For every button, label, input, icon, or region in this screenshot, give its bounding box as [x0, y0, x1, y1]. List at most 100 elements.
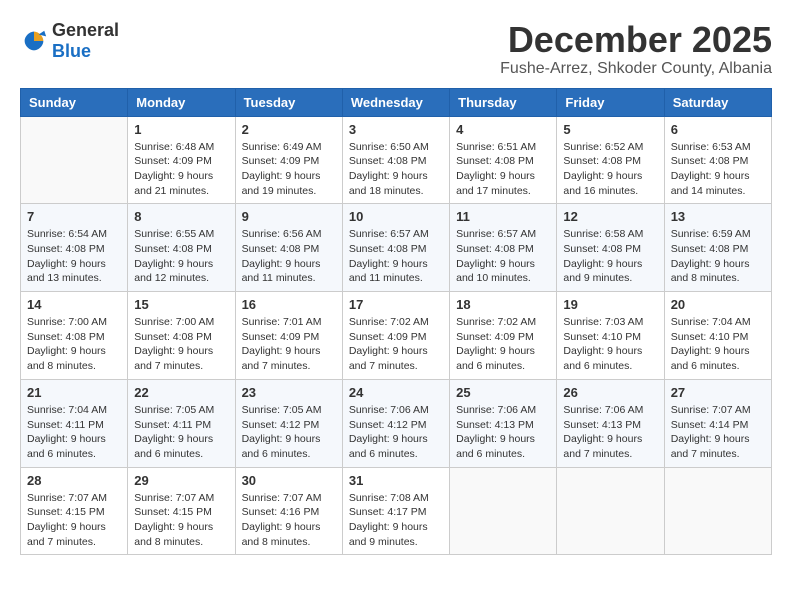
day-info: Sunrise: 6:55 AM Sunset: 4:08 PM Dayligh…: [134, 227, 228, 286]
day-number: 8: [134, 209, 228, 224]
table-row: [21, 116, 128, 204]
calendar-week-4: 21Sunrise: 7:04 AM Sunset: 4:11 PM Dayli…: [21, 379, 772, 467]
day-number: 16: [242, 297, 336, 312]
table-row: 5 Sunrise: 6:52 AM Sunset: 4:08 PM Daylig…: [557, 116, 664, 204]
logo-text: General Blue: [52, 20, 119, 62]
table-row: 11 Sunrise: 6:57 AM Sunset: 4:08 PM Dayli…: [450, 204, 557, 292]
day-info: Sunrise: 7:06 AM Sunset: 4:13 PM Dayligh…: [563, 403, 657, 462]
table-row: 7 Sunrise: 6:54 AM Sunset: 4:08 PM Daylig…: [21, 204, 128, 292]
table-row: 26 Sunrise: 7:06 AM Sunset: 4:13 PM Dayli…: [557, 379, 664, 467]
table-row: 28Sunrise: 7:07 AM Sunset: 4:15 PM Dayli…: [21, 467, 128, 555]
location-title: Fushe-Arrez, Shkoder County, Albania: [500, 60, 772, 78]
day-number: 18: [456, 297, 550, 312]
day-number: 7: [27, 209, 121, 224]
day-number: 11: [456, 209, 550, 224]
day-number: 10: [349, 209, 443, 224]
day-info: Sunrise: 7:02 AM Sunset: 4:09 PM Dayligh…: [456, 315, 550, 374]
title-area: December 2025 Fushe-Arrez, Shkoder Count…: [500, 20, 772, 78]
day-number: 29: [134, 473, 228, 488]
day-info: Sunrise: 7:05 AM Sunset: 4:11 PM Dayligh…: [134, 403, 228, 462]
day-info: Sunrise: 7:04 AM Sunset: 4:11 PM Dayligh…: [27, 403, 121, 462]
table-row: [664, 467, 771, 555]
table-row: 14Sunrise: 7:00 AM Sunset: 4:08 PM Dayli…: [21, 292, 128, 380]
calendar-week-2: 7 Sunrise: 6:54 AM Sunset: 4:08 PM Daylig…: [21, 204, 772, 292]
day-number: 15: [134, 297, 228, 312]
header-monday: Monday: [128, 88, 235, 116]
logo-general: General: [52, 20, 119, 40]
table-row: 22Sunrise: 7:05 AM Sunset: 4:11 PM Dayli…: [128, 379, 235, 467]
day-info: Sunrise: 7:00 AM Sunset: 4:08 PM Dayligh…: [134, 315, 228, 374]
table-row: 25 Sunrise: 7:06 AM Sunset: 4:13 PM Dayli…: [450, 379, 557, 467]
day-info: Sunrise: 7:06 AM Sunset: 4:12 PM Dayligh…: [349, 403, 443, 462]
day-info: Sunrise: 7:02 AM Sunset: 4:09 PM Dayligh…: [349, 315, 443, 374]
day-info: Sunrise: 6:52 AM Sunset: 4:08 PM Dayligh…: [563, 140, 657, 199]
table-row: 21Sunrise: 7:04 AM Sunset: 4:11 PM Dayli…: [21, 379, 128, 467]
day-number: 5: [563, 122, 657, 137]
day-number: 25: [456, 385, 550, 400]
day-number: 12: [563, 209, 657, 224]
day-info: Sunrise: 7:05 AM Sunset: 4:12 PM Dayligh…: [242, 403, 336, 462]
day-number: 27: [671, 385, 765, 400]
table-row: 23 Sunrise: 7:05 AM Sunset: 4:12 PM Dayli…: [235, 379, 342, 467]
day-number: 9: [242, 209, 336, 224]
day-number: 20: [671, 297, 765, 312]
table-row: 19Sunrise: 7:03 AM Sunset: 4:10 PM Dayli…: [557, 292, 664, 380]
day-number: 26: [563, 385, 657, 400]
header-thursday: Thursday: [450, 88, 557, 116]
calendar-week-5: 28Sunrise: 7:07 AM Sunset: 4:15 PM Dayli…: [21, 467, 772, 555]
day-info: Sunrise: 7:03 AM Sunset: 4:10 PM Dayligh…: [563, 315, 657, 374]
day-info: Sunrise: 7:06 AM Sunset: 4:13 PM Dayligh…: [456, 403, 550, 462]
table-row: 13 Sunrise: 6:59 AM Sunset: 4:08 PM Dayli…: [664, 204, 771, 292]
table-row: 18 Sunrise: 7:02 AM Sunset: 4:09 PM Dayli…: [450, 292, 557, 380]
day-number: 4: [456, 122, 550, 137]
logo-icon: [20, 27, 48, 55]
day-info: Sunrise: 6:57 AM Sunset: 4:08 PM Dayligh…: [349, 227, 443, 286]
table-row: [450, 467, 557, 555]
header-friday: Friday: [557, 88, 664, 116]
header-tuesday: Tuesday: [235, 88, 342, 116]
day-info: Sunrise: 7:08 AM Sunset: 4:17 PM Dayligh…: [349, 491, 443, 550]
table-row: 31 Sunrise: 7:08 AM Sunset: 4:17 PM Dayli…: [342, 467, 449, 555]
day-info: Sunrise: 6:57 AM Sunset: 4:08 PM Dayligh…: [456, 227, 550, 286]
day-number: 6: [671, 122, 765, 137]
day-number: 23: [242, 385, 336, 400]
table-row: 9 Sunrise: 6:56 AM Sunset: 4:08 PM Daylig…: [235, 204, 342, 292]
table-row: 3Sunrise: 6:50 AM Sunset: 4:08 PM Daylig…: [342, 116, 449, 204]
table-row: 16Sunrise: 7:01 AM Sunset: 4:09 PM Dayli…: [235, 292, 342, 380]
table-row: 20 Sunrise: 7:04 AM Sunset: 4:10 PM Dayli…: [664, 292, 771, 380]
day-info: Sunrise: 6:51 AM Sunset: 4:08 PM Dayligh…: [456, 140, 550, 199]
day-info: Sunrise: 7:04 AM Sunset: 4:10 PM Dayligh…: [671, 315, 765, 374]
day-number: 31: [349, 473, 443, 488]
day-number: 30: [242, 473, 336, 488]
day-info: Sunrise: 7:07 AM Sunset: 4:15 PM Dayligh…: [134, 491, 228, 550]
table-row: 4 Sunrise: 6:51 AM Sunset: 4:08 PM Daylig…: [450, 116, 557, 204]
day-info: Sunrise: 6:54 AM Sunset: 4:08 PM Dayligh…: [27, 227, 121, 286]
table-row: 27Sunrise: 7:07 AM Sunset: 4:14 PM Dayli…: [664, 379, 771, 467]
day-info: Sunrise: 6:56 AM Sunset: 4:08 PM Dayligh…: [242, 227, 336, 286]
day-info: Sunrise: 6:48 AM Sunset: 4:09 PM Dayligh…: [134, 140, 228, 199]
table-row: 10 Sunrise: 6:57 AM Sunset: 4:08 PM Dayli…: [342, 204, 449, 292]
day-info: Sunrise: 6:53 AM Sunset: 4:08 PM Dayligh…: [671, 140, 765, 199]
calendar-week-3: 14 Sunrise: 7:00 AM Sunset: 4:08 PM Dayli…: [21, 292, 772, 380]
month-title: December 2025: [500, 20, 772, 60]
table-row: 6 Sunrise: 6:53 AM Sunset: 4:08 PM Daylig…: [664, 116, 771, 204]
page-container: General Blue December 2025 Fushe-Arrez, …: [20, 20, 772, 555]
day-info: Sunrise: 6:58 AM Sunset: 4:08 PM Dayligh…: [563, 227, 657, 286]
day-number: 24: [349, 385, 443, 400]
day-number: 13: [671, 209, 765, 224]
table-row: 12 Sunrise: 6:58 AM Sunset: 4:08 PM Dayli…: [557, 204, 664, 292]
day-number: 14: [27, 297, 121, 312]
day-number: 3: [349, 122, 443, 137]
table-row: 24 Sunrise: 7:06 AM Sunset: 4:12 PM Dayli…: [342, 379, 449, 467]
table-row: 17 Sunrise: 7:02 AM Sunset: 4:09 PM Dayli…: [342, 292, 449, 380]
header: General Blue December 2025 Fushe-Arrez, …: [20, 20, 772, 78]
table-row: 1 Sunrise: 6:48 AM Sunset: 4:09 PM Daylig…: [128, 116, 235, 204]
day-info: Sunrise: 7:07 AM Sunset: 4:15 PM Dayligh…: [27, 491, 121, 550]
calendar-week-1: 1 Sunrise: 6:48 AM Sunset: 4:09 PM Daylig…: [21, 116, 772, 204]
day-number: 1: [134, 122, 228, 137]
table-row: 8 Sunrise: 6:55 AM Sunset: 4:08 PM Daylig…: [128, 204, 235, 292]
day-number: 17: [349, 297, 443, 312]
logo: General Blue: [20, 20, 119, 62]
day-info: Sunrise: 6:59 AM Sunset: 4:08 PM Dayligh…: [671, 227, 765, 286]
header-sunday: Sunday: [21, 88, 128, 116]
